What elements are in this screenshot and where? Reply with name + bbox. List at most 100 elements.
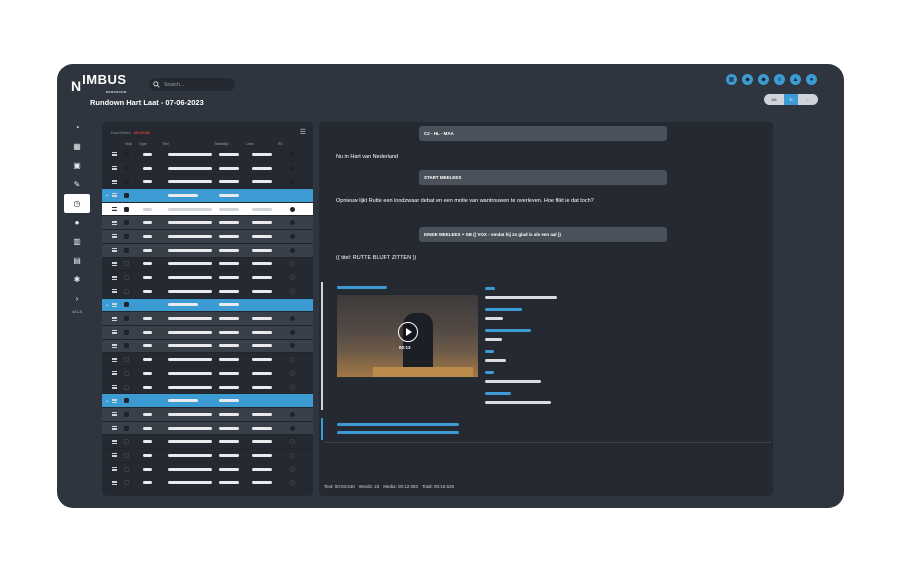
- hold-checkbox[interactable]: [124, 288, 129, 294]
- hold-checkbox[interactable]: [124, 151, 129, 157]
- hold-checkbox[interactable]: [124, 466, 129, 472]
- rc-indicator[interactable]: [290, 288, 295, 294]
- hold-checkbox[interactable]: [124, 247, 129, 253]
- calendar-grid-icon[interactable]: ▦: [64, 137, 90, 156]
- chevron-down-icon[interactable]: ⌄: [105, 192, 109, 198]
- edit-icon[interactable]: ✎: [64, 175, 90, 194]
- rundown-row[interactable]: [102, 162, 313, 176]
- drag-handle-icon[interactable]: [112, 248, 117, 253]
- script-tag[interactable]: START MEELEES: [419, 170, 667, 185]
- drag-handle-icon[interactable]: [112, 357, 117, 362]
- hold-checkbox[interactable]: [124, 275, 129, 281]
- rc-indicator[interactable]: [290, 343, 295, 349]
- rc-indicator[interactable]: [290, 370, 295, 376]
- hold-checkbox[interactable]: [124, 398, 129, 404]
- drag-handle-icon[interactable]: [112, 480, 117, 485]
- rundown-row[interactable]: [102, 435, 313, 450]
- hold-checkbox[interactable]: [124, 302, 129, 308]
- hold-checkbox[interactable]: [124, 452, 129, 458]
- hold-checkbox[interactable]: [124, 357, 129, 363]
- rc-indicator[interactable]: [290, 316, 295, 322]
- rundown-row[interactable]: [102, 230, 313, 244]
- rc-indicator[interactable]: [290, 439, 295, 445]
- search-box[interactable]: [149, 78, 235, 91]
- hold-checkbox[interactable]: [124, 261, 129, 267]
- drag-handle-icon[interactable]: [112, 289, 117, 294]
- hold-checkbox[interactable]: [124, 411, 129, 417]
- rc-indicator[interactable]: [290, 261, 295, 267]
- rundown-row[interactable]: [102, 477, 313, 491]
- list-icon[interactable]: ≡: [774, 74, 785, 85]
- drag-handle-icon[interactable]: [112, 152, 117, 157]
- rundown-row[interactable]: [102, 339, 313, 354]
- rc-indicator[interactable]: [290, 151, 295, 157]
- hold-checkbox[interactable]: [124, 480, 129, 486]
- hold-checkbox[interactable]: [124, 165, 129, 171]
- play-icon[interactable]: [398, 322, 418, 342]
- rundown-row[interactable]: [102, 202, 313, 217]
- rundown-group-row[interactable]: ⌄: [102, 189, 313, 203]
- hold-checkbox[interactable]: [124, 329, 129, 335]
- drag-handle-icon[interactable]: [112, 220, 117, 225]
- rundown-row[interactable]: [102, 312, 313, 326]
- rundown-group-row[interactable]: ⌄: [102, 298, 313, 313]
- filter-icon[interactable]: ☰: [300, 128, 306, 136]
- hold-checkbox[interactable]: [124, 316, 129, 322]
- tag-icon[interactable]: ◆: [742, 74, 753, 85]
- drag-handle-icon[interactable]: [112, 412, 117, 417]
- drag-handle-icon[interactable]: [112, 439, 117, 444]
- hold-checkbox[interactable]: [124, 192, 129, 198]
- rundown-row[interactable]: [102, 421, 313, 436]
- rc-indicator[interactable]: [290, 233, 295, 239]
- rundown-group-row[interactable]: ⌄: [102, 394, 313, 409]
- rundown-row[interactable]: [102, 325, 313, 340]
- drag-handle-icon[interactable]: [112, 179, 117, 184]
- rundown-row[interactable]: [102, 353, 313, 367]
- chevron-down-icon[interactable]: ⌄: [105, 398, 109, 404]
- rundown-row[interactable]: [102, 271, 313, 285]
- rc-indicator[interactable]: [290, 206, 295, 212]
- rc-indicator[interactable]: [290, 247, 295, 253]
- rc-indicator[interactable]: [290, 220, 295, 226]
- user-icon[interactable]: ●: [806, 74, 817, 85]
- drag-handle-icon[interactable]: [112, 398, 117, 403]
- rundown-row[interactable]: [102, 148, 313, 162]
- rc-indicator[interactable]: [290, 329, 295, 335]
- rc-indicator[interactable]: [290, 165, 295, 171]
- dashboard-icon[interactable]: ◔: [64, 118, 90, 137]
- hold-checkbox[interactable]: [124, 220, 129, 226]
- calendar-icon[interactable]: ▣: [64, 156, 90, 175]
- rundown-row[interactable]: [102, 449, 313, 463]
- drag-handle-icon[interactable]: [112, 467, 117, 472]
- hold-checkbox[interactable]: [124, 343, 129, 349]
- rc-indicator[interactable]: [290, 275, 295, 281]
- search-input[interactable]: [164, 81, 224, 88]
- rundown-row[interactable]: [102, 258, 313, 272]
- rundown-row[interactable]: [102, 367, 313, 381]
- rundown-row[interactable]: [102, 175, 313, 190]
- label-icon[interactable]: ◆: [758, 74, 769, 85]
- hold-checkbox[interactable]: [124, 384, 129, 390]
- rundown-row[interactable]: [102, 381, 313, 395]
- drag-handle-icon[interactable]: [112, 343, 117, 348]
- bell-icon[interactable]: ▲: [790, 74, 801, 85]
- drag-handle-icon[interactable]: [112, 275, 117, 280]
- rundown-row[interactable]: [102, 216, 313, 231]
- rc-indicator[interactable]: [290, 480, 295, 486]
- rc-indicator[interactable]: [290, 411, 295, 417]
- clock-icon[interactable]: ◷: [64, 194, 90, 213]
- hold-checkbox[interactable]: [124, 179, 129, 185]
- drag-handle-icon[interactable]: [112, 207, 117, 212]
- font-size-button[interactable]: AA: [764, 94, 784, 105]
- hold-checkbox[interactable]: [124, 425, 129, 431]
- back-arrow-icon[interactable]: ←: [798, 94, 818, 105]
- video-thumbnail[interactable]: 00:13: [337, 295, 478, 377]
- rundown-row[interactable]: [102, 463, 313, 477]
- drag-handle-icon[interactable]: [112, 193, 117, 198]
- rc-indicator[interactable]: [290, 384, 295, 390]
- rc-indicator[interactable]: [290, 357, 295, 363]
- drag-handle-icon[interactable]: [112, 371, 117, 376]
- rundown-row[interactable]: [102, 408, 313, 422]
- rc-indicator[interactable]: [290, 466, 295, 472]
- gear-icon[interactable]: ✱: [64, 270, 90, 289]
